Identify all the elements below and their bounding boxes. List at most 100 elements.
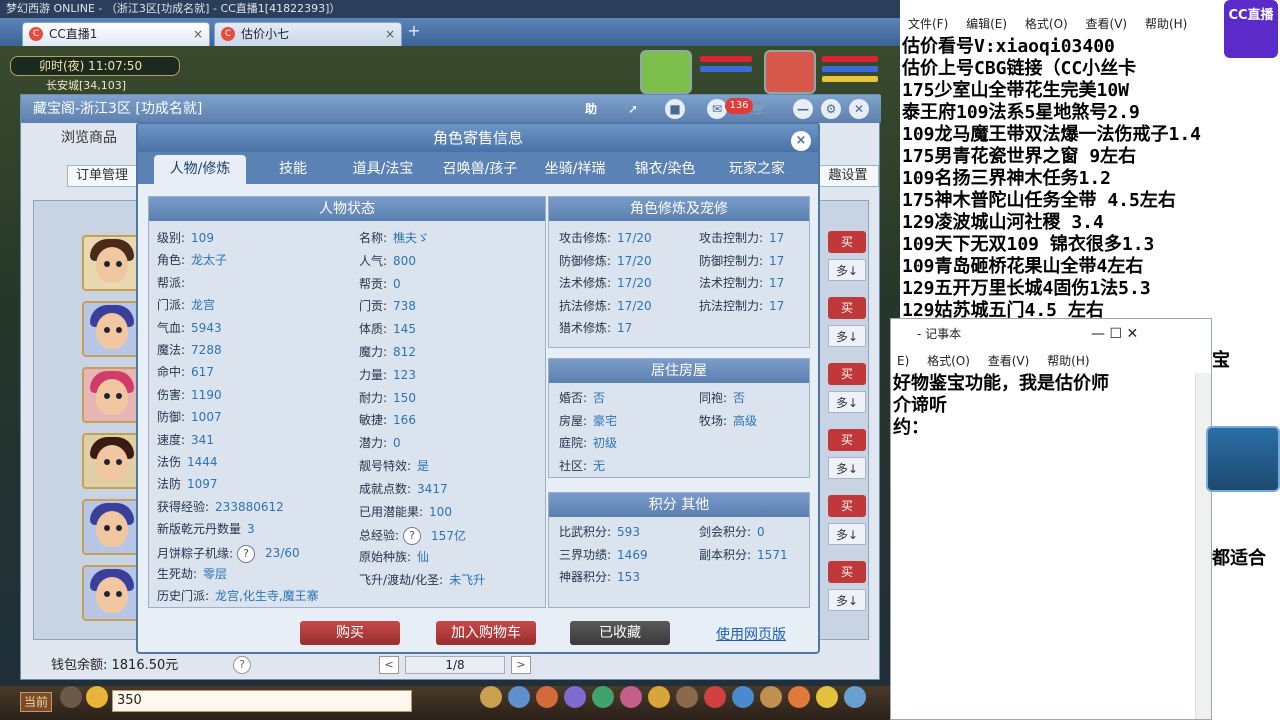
buy-button[interactable]: 买: [828, 495, 866, 517]
pet-hp-bar: [700, 56, 752, 62]
stat-value: 17: [769, 298, 785, 313]
listing-avatar[interactable]: [82, 367, 140, 423]
close-tab-icon[interactable]: ×: [385, 23, 395, 45]
chat-channel-tab[interactable]: 当前: [20, 692, 52, 712]
floating-live-widget[interactable]: [1206, 426, 1280, 492]
tab-player-home[interactable]: 玩家之家: [712, 155, 802, 184]
scrollbar[interactable]: [1195, 373, 1211, 719]
close-dialog-icon[interactable]: ×: [791, 131, 811, 151]
listing-avatar[interactable]: [82, 499, 140, 555]
notepad-small-text[interactable]: 好物鉴宝功能，我是估价师 介谛听 约：: [893, 373, 1193, 439]
close-icon[interactable]: ✕: [849, 99, 869, 119]
stat-row: 总经验:? 157亿: [359, 527, 466, 546]
more-button[interactable]: 多↓: [828, 259, 866, 281]
more-button[interactable]: 多↓: [828, 391, 866, 413]
favorited-button[interactable]: 已收藏: [570, 621, 670, 645]
friend-icon[interactable]: [592, 686, 614, 708]
settings-button[interactable]: 趣设置: [817, 165, 879, 187]
tab-appraisal[interactable]: C 估价小七 ×: [214, 22, 402, 46]
menu-edit[interactable]: 编辑(E): [966, 17, 1007, 31]
menu-format[interactable]: 格式(O): [1025, 17, 1068, 31]
stat-label: 帮派:: [157, 275, 186, 290]
more-button[interactable]: 多↓: [828, 457, 866, 479]
order-management-button[interactable]: 订单管理: [67, 165, 137, 187]
stat-label: 魔法:: [157, 343, 186, 357]
listing-avatar[interactable]: [82, 565, 140, 621]
listing-avatar[interactable]: [82, 433, 140, 489]
help-button[interactable]: 助: [581, 99, 601, 119]
menu-file[interactable]: 文件(F): [908, 17, 948, 31]
cc-tab-icon: C: [29, 27, 43, 41]
team-icon[interactable]: [508, 686, 530, 708]
bag-icon[interactable]: [480, 686, 502, 708]
tab-character-cultivation[interactable]: 人物/修炼: [154, 155, 246, 184]
tab-items[interactable]: 道具/法宝: [340, 155, 426, 184]
stat-value: 豪宅: [593, 413, 618, 428]
stat-label: 房屋:: [559, 413, 588, 428]
buy-now-button[interactable]: 购买: [300, 621, 400, 645]
stat-value: 否: [593, 391, 606, 405]
help-icon[interactable]: ?: [237, 544, 256, 563]
wallet-help-icon[interactable]: ?: [233, 656, 251, 674]
stat-row: 法伤 1444: [157, 455, 218, 469]
map-icon[interactable]: [648, 686, 670, 708]
close-tab-icon[interactable]: ×: [193, 23, 203, 45]
prev-page-button[interactable]: <: [379, 656, 399, 674]
listing-avatar[interactable]: [82, 301, 140, 357]
task-icon[interactable]: [564, 686, 586, 708]
help-icon[interactable]: ?: [403, 527, 422, 546]
more-button[interactable]: 多↓: [828, 589, 866, 611]
menu-help[interactable]: 帮助(H): [1145, 17, 1187, 31]
emoji-icon[interactable]: [86, 686, 108, 708]
add-to-cart-button[interactable]: 加入购物车: [436, 621, 536, 645]
message-icon[interactable]: ✉: [707, 99, 727, 119]
more-button[interactable]: 多↓: [828, 325, 866, 347]
stat-label: 门贡:: [359, 299, 388, 314]
stop-icon[interactable]: ■: [665, 99, 685, 119]
tab-pets[interactable]: 召唤兽/孩子: [430, 155, 530, 184]
tab-skills[interactable]: 技能: [250, 155, 336, 184]
skill-icon[interactable]: [536, 686, 558, 708]
stat-row: 法术控制力: 17: [699, 276, 784, 290]
voice-icon[interactable]: [60, 686, 82, 708]
stat-row: 敏捷: 166: [359, 413, 416, 427]
player-portrait[interactable]: [764, 50, 816, 94]
window-controls[interactable]: — ☐ ✕: [1091, 319, 1211, 349]
browse-goods-tab[interactable]: 浏览商品: [61, 125, 141, 151]
mail-icon[interactable]: [732, 686, 754, 708]
event-icon[interactable]: [788, 686, 810, 708]
tab-outfits[interactable]: 锦衣/染色: [622, 155, 708, 184]
new-tab-button[interactable]: +: [405, 22, 423, 40]
buy-button[interactable]: 买: [828, 363, 866, 385]
stat-value: 1571: [757, 547, 788, 562]
menu-edit[interactable]: E): [897, 354, 909, 368]
tab-mounts[interactable]: 坐骑/祥瑞: [532, 155, 618, 184]
share-icon[interactable]: ➚: [623, 99, 643, 119]
listing-avatar[interactable]: [82, 235, 140, 291]
more-button[interactable]: 多↓: [828, 523, 866, 545]
menu-view[interactable]: 查看(V): [988, 354, 1030, 368]
gear-icon[interactable]: ⚙: [821, 99, 841, 119]
chat-input[interactable]: 350: [112, 690, 412, 712]
menu-view[interactable]: 查看(V): [1086, 17, 1128, 31]
shop-icon[interactable]: [676, 686, 698, 708]
buy-button[interactable]: 买: [828, 231, 866, 253]
buy-button[interactable]: 买: [828, 561, 866, 583]
buy-button[interactable]: 买: [828, 297, 866, 319]
use-web-version-link[interactable]: 使用网页版: [716, 624, 786, 644]
gift-icon[interactable]: [704, 686, 726, 708]
next-page-button[interactable]: >: [511, 656, 531, 674]
minimize-icon[interactable]: —: [793, 99, 813, 119]
menu-format[interactable]: 格式(O): [927, 354, 970, 368]
buy-button[interactable]: 买: [828, 429, 866, 451]
cart-icon[interactable]: 🛒: [749, 99, 769, 119]
stat-row: 魔法: 7288: [157, 343, 222, 357]
pet-portrait[interactable]: [640, 50, 692, 94]
achievement-icon[interactable]: [816, 686, 838, 708]
tab-cc-live[interactable]: C CC直播1 ×: [22, 22, 210, 46]
notepad-text[interactable]: 估价看号V:xiaoqi03400 估价上号CBG链接（CC小丝卡 175少室山全带…: [902, 36, 1280, 322]
pet-icon[interactable]: [760, 686, 782, 708]
guild-icon[interactable]: [620, 686, 642, 708]
menu-help[interactable]: 帮助(H): [1047, 354, 1089, 368]
system-icon[interactable]: [844, 686, 866, 708]
